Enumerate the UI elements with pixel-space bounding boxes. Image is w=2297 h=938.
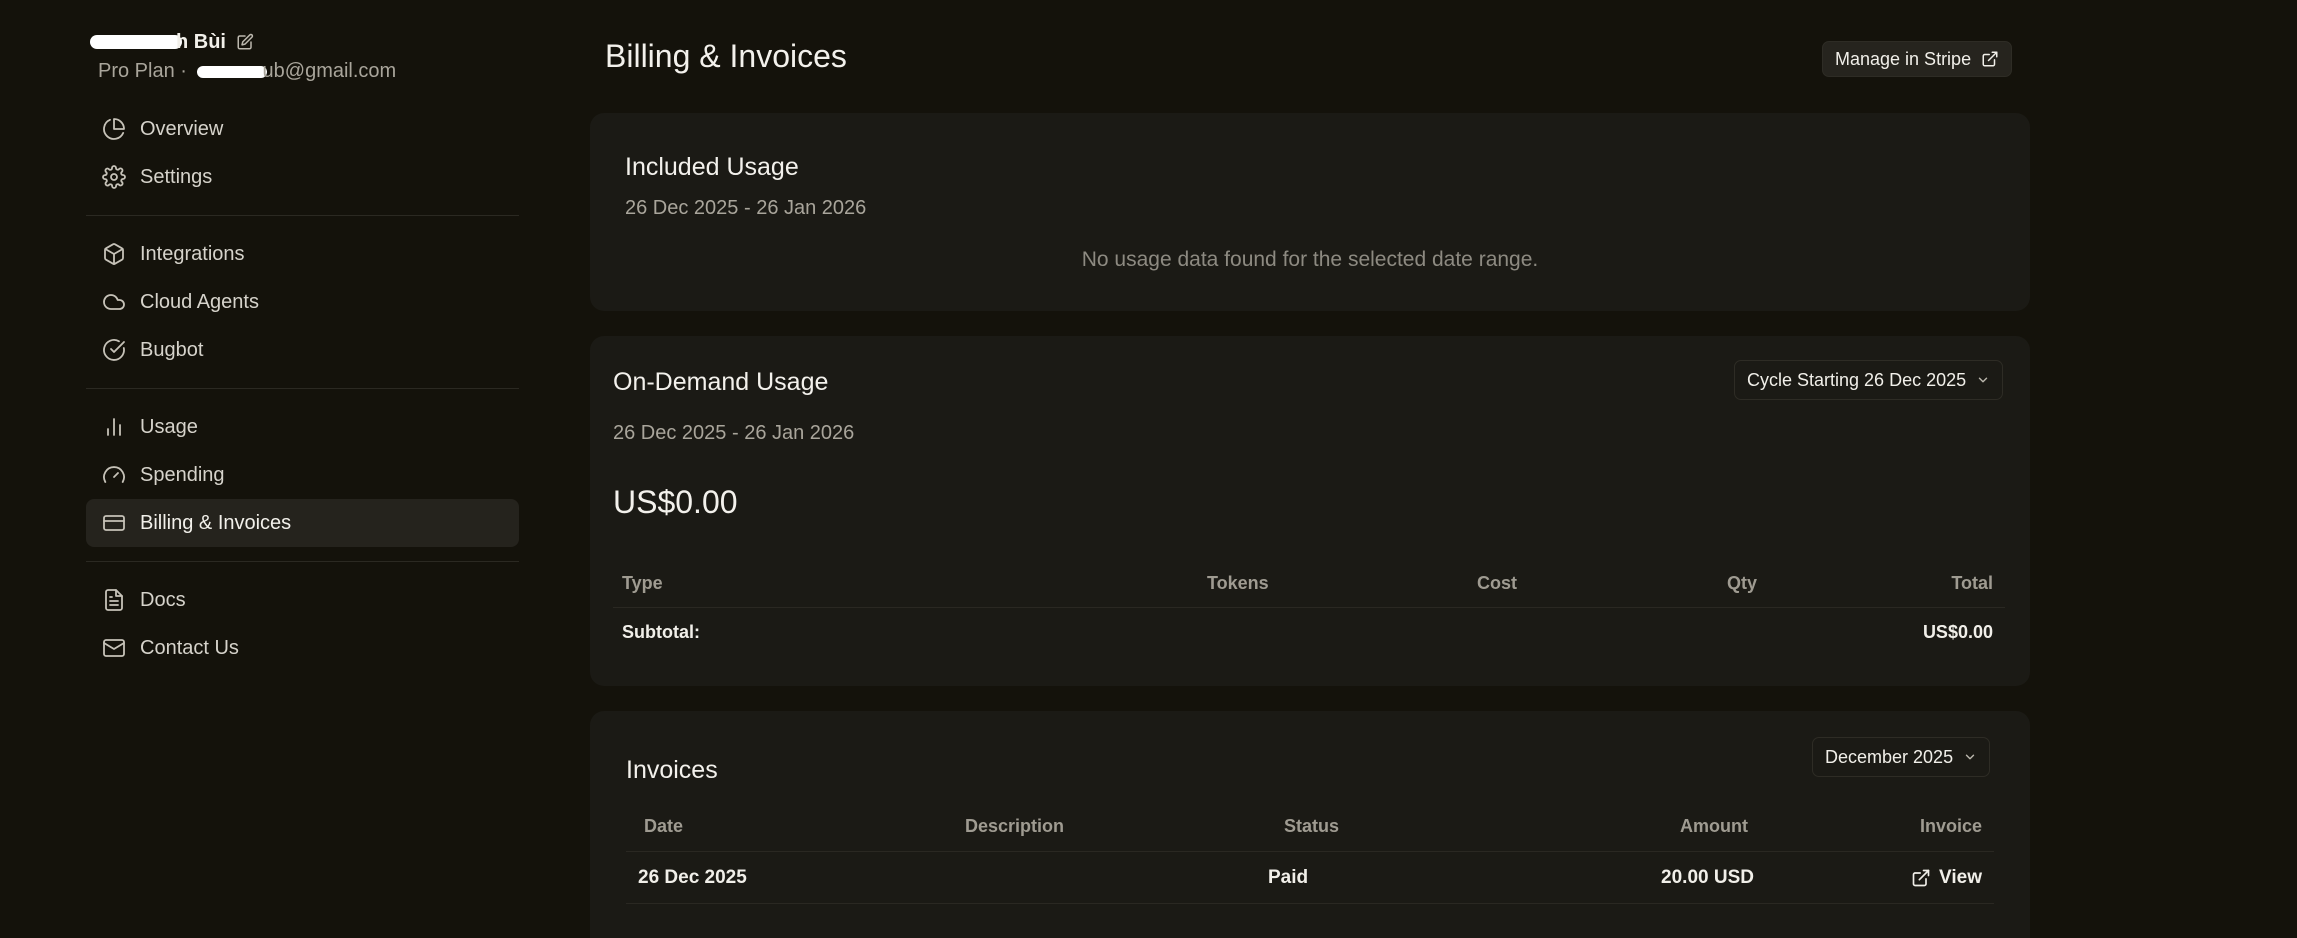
sidebar-item-docs[interactable]: Docs	[86, 576, 519, 624]
sidebar-item-settings[interactable]: Settings	[86, 153, 519, 201]
column-header-total: Total	[1951, 573, 1993, 593]
nav-group-help: Docs Contact Us	[86, 576, 519, 672]
column-header-invoice: Invoice	[1919, 816, 1982, 836]
user-name: h Bùi	[90, 31, 226, 54]
nav-group-agents: Integrations Cloud Agents Bugbot	[86, 230, 519, 374]
column-header-date: Date	[644, 816, 684, 836]
check-circle-icon	[103, 339, 125, 361]
included-usage-card: Included Usage 26 Dec 2025 - 26 Jan 2026…	[590, 113, 2030, 311]
on-demand-usage-card: On-Demand Usage Cycle Starting 26 Dec 20…	[590, 336, 2030, 686]
column-header-description: Description	[965, 816, 1065, 836]
invoices-table: Date Description Status Amount Invoice 2…	[626, 802, 1994, 904]
invoices-title: Invoices	[626, 756, 718, 784]
column-header-status: Status	[1284, 816, 1340, 836]
sidebar-item-usage[interactable]: Usage	[86, 403, 519, 451]
sidebar-item-overview[interactable]: Overview	[86, 105, 519, 153]
invoice-amount: 20.00 USD	[1661, 866, 1754, 888]
sidebar: h Bùi Pro Plan · ub@gmail.com Overview S…	[86, 28, 519, 672]
table-row: 26 Dec 2025 Paid 20.00 USD View	[626, 852, 1994, 904]
table-header: Type Tokens Cost Qty Total	[613, 560, 2005, 608]
document-icon	[105, 589, 123, 611]
table-header: Date Description Status Amount Invoice	[626, 802, 1994, 852]
gear-icon	[102, 165, 126, 189]
view-invoice-link[interactable]: View	[1911, 867, 1982, 889]
cloud-icon	[103, 294, 125, 310]
sidebar-item-integrations[interactable]: Integrations	[86, 230, 519, 278]
subtotal-value: US$0.00	[1922, 621, 1993, 642]
on-demand-table: Type Tokens Cost Qty Total Subtotal: US$…	[613, 560, 2005, 656]
user-meta: Pro Plan · ub@gmail.com	[98, 60, 397, 82]
nav-group-main: Overview Settings	[86, 105, 519, 201]
column-header-type: Type	[622, 573, 663, 593]
sidebar-divider	[86, 215, 519, 216]
included-usage-title: Included Usage	[625, 153, 799, 181]
manage-in-stripe-button[interactable]: Manage in Stripe	[1822, 41, 2013, 77]
chevron-down-icon	[1965, 754, 1975, 760]
month-select[interactable]: December 2025	[1812, 737, 1991, 777]
on-demand-range: 26 Dec 2025 - 26 Jan 2026	[613, 422, 855, 444]
included-usage-empty-message: No usage data found for the selected dat…	[1081, 248, 1539, 271]
on-demand-title: On-Demand Usage	[613, 368, 829, 396]
external-link-icon	[1982, 51, 1998, 67]
subtotal-row: Subtotal: US$0.00	[613, 608, 2005, 656]
column-header-cost: Cost	[1477, 573, 1517, 593]
mail-icon	[103, 639, 125, 657]
sidebar-item-contact-us[interactable]: Contact Us	[86, 624, 519, 672]
pie-chart-icon	[103, 118, 125, 140]
sidebar-item-bugbot[interactable]: Bugbot	[86, 326, 519, 374]
name-redaction	[90, 35, 182, 50]
page-title: Billing & Invoices	[605, 38, 847, 74]
nav-group-billing: Usage Spending Billing & Invoices	[86, 403, 519, 547]
gauge-icon	[103, 466, 125, 483]
credit-card-icon	[103, 515, 125, 531]
external-link-icon	[1912, 869, 1930, 886]
edit-icon[interactable]	[236, 33, 254, 51]
included-usage-range: 26 Dec 2025 - 26 Jan 2026	[625, 197, 867, 219]
bar-chart-icon	[107, 418, 121, 436]
subtotal-label: Subtotal:	[622, 621, 700, 642]
email-redaction	[196, 65, 267, 78]
column-header-tokens: Tokens	[1207, 573, 1269, 593]
invoice-status: Paid	[1268, 866, 1309, 888]
user-name-row: h Bùi	[86, 28, 519, 56]
column-header-qty: Qty	[1727, 573, 1758, 593]
on-demand-amount: US$0.00	[613, 484, 738, 520]
cycle-select[interactable]: Cycle Starting 26 Dec 2025	[1734, 360, 2004, 400]
sidebar-item-spending[interactable]: Spending	[86, 451, 519, 499]
sidebar-item-cloud-agents[interactable]: Cloud Agents	[86, 278, 519, 326]
column-header-amount: Amount	[1680, 816, 1748, 836]
box-icon	[104, 243, 124, 265]
invoice-date: 26 Dec 2025	[638, 866, 747, 888]
sidebar-item-billing-invoices[interactable]: Billing & Invoices	[86, 499, 519, 547]
sidebar-divider	[86, 561, 519, 562]
sidebar-divider	[86, 388, 519, 389]
chevron-down-icon	[1978, 377, 1988, 383]
